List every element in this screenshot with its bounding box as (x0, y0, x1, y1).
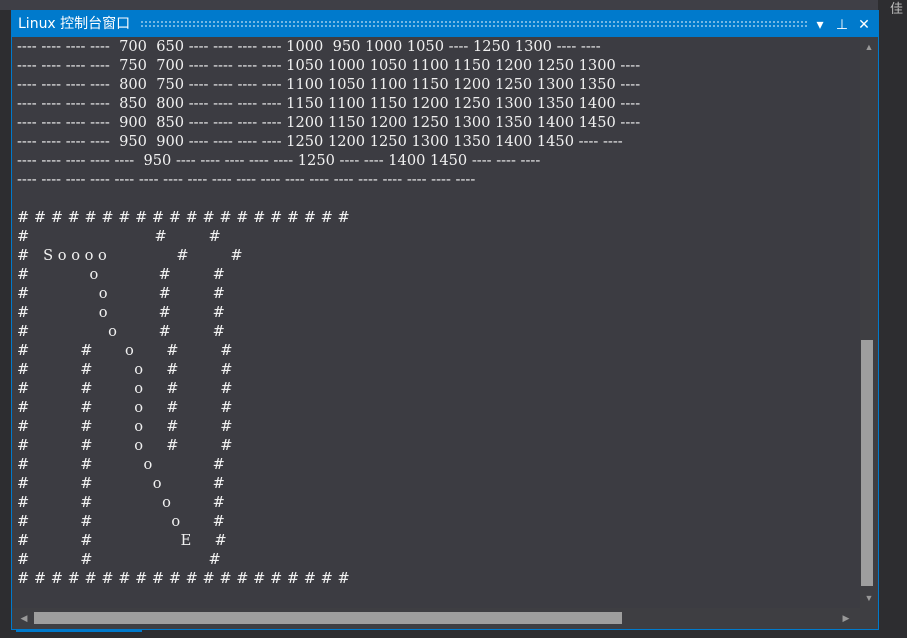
console-output[interactable]: ---- ---- ---- ---- 700 650 ---- ---- --… (12, 37, 860, 608)
scroll-left-icon[interactable]: ◀ (16, 608, 32, 629)
console-tool-window: Linux 控制台窗口 ▾ ⊥ ✕ ---- ---- ---- ---- 70… (11, 10, 879, 630)
scrollbar-corner (860, 608, 878, 629)
drag-grip[interactable] (140, 20, 808, 27)
adjacent-panel-label: 佳 (889, 1, 903, 16)
scroll-right-icon[interactable]: ▶ (838, 608, 854, 629)
console-text: ---- ---- ---- ---- 700 650 ---- ---- --… (17, 38, 641, 587)
close-icon[interactable]: ✕ (854, 11, 874, 37)
scroll-down-icon[interactable]: ▼ (860, 590, 878, 606)
horizontal-scrollbar[interactable]: ◀ ▶ (12, 608, 860, 629)
window-title: Linux 控制台窗口 (18, 16, 131, 32)
pin-icon[interactable]: ⊥ (832, 11, 852, 37)
tool-window-titlebar[interactable]: Linux 控制台窗口 ▾ ⊥ ✕ (12, 11, 878, 37)
document-tab-strip (0, 0, 878, 10)
active-bottom-tab[interactable] (16, 630, 142, 638)
window-position-dropdown-button[interactable]: ▾ (810, 11, 830, 37)
horizontal-scroll-thumb[interactable] (34, 612, 622, 624)
vertical-scroll-thumb[interactable] (861, 340, 873, 586)
scroll-up-icon[interactable]: ▲ (860, 39, 878, 55)
bottom-tab-strip (0, 630, 907, 636)
vertical-scrollbar[interactable]: ▲ ▼ (860, 37, 878, 608)
top-strip (0, 0, 907, 10)
